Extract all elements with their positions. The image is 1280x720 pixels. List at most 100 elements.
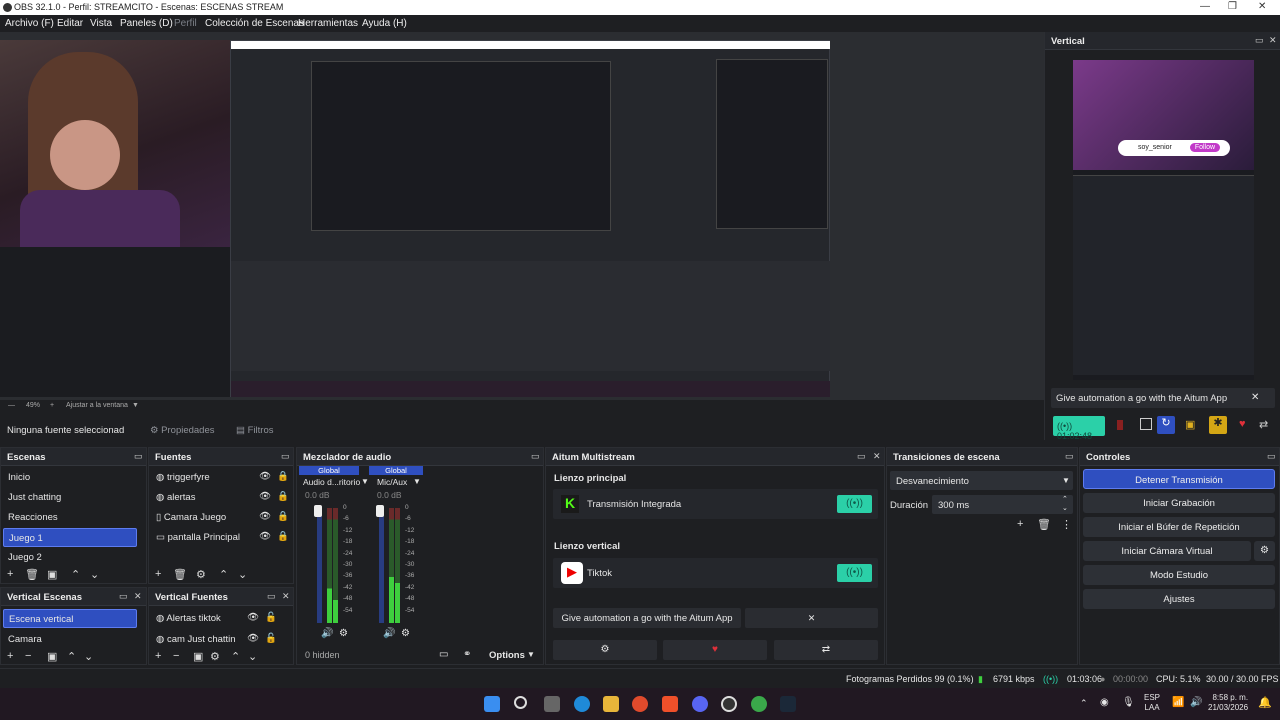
aitum-share-icon[interactable]: ⇄: [774, 640, 878, 660]
main-stream-toggle[interactable]: ((•)): [837, 495, 872, 513]
chrome-icon[interactable]: [632, 696, 648, 712]
filter-icon[interactable]: ▣: [47, 568, 57, 581]
remove-icon[interactable]: −: [173, 650, 179, 662]
edge-icon[interactable]: [574, 696, 590, 712]
hidden-count[interactable]: 0 hidden: [305, 650, 340, 660]
zoom-fit[interactable]: Ajustar a la ventana: [66, 402, 128, 409]
brave-icon[interactable]: [662, 696, 678, 712]
lock-icon[interactable]: 🔒: [277, 531, 289, 542]
lock-icon[interactable]: 🔒: [277, 471, 289, 482]
undock-icon[interactable]: ▭: [281, 451, 290, 462]
minimize-icon[interactable]: —: [1200, 1, 1210, 12]
trash-icon[interactable]: 🗑: [25, 568, 39, 581]
zoom-minus-icon[interactable]: —: [8, 402, 15, 409]
studio-mode-button[interactable]: Modo Estudio: [1083, 565, 1275, 585]
menu-coleccion[interactable]: Colección de Escenas: [205, 18, 304, 29]
filters-button[interactable]: ▤ Filtros: [236, 425, 274, 436]
properties-button[interactable]: ⚙ Propiedades: [150, 425, 215, 436]
undock-icon[interactable]: ▭: [134, 451, 143, 462]
more-icon[interactable]: ⋮: [1061, 518, 1072, 531]
undock-icon[interactable]: ▭: [857, 451, 866, 462]
virtualcam-icon[interactable]: ▣: [1185, 418, 1195, 431]
remove-icon[interactable]: −: [25, 650, 31, 662]
duration-input[interactable]: 300 ms ⌃ ⌄: [932, 495, 1073, 514]
source-item[interactable]: ▯ Camara Juego 👁 🔒: [151, 508, 291, 527]
vertical-stream-toggle[interactable]: ((•)): [837, 564, 872, 582]
zoom-plus-icon[interactable]: +: [50, 402, 54, 409]
maximize-icon[interactable]: ❐: [1228, 1, 1237, 12]
dropdown-icon[interactable]: ▼: [1062, 476, 1070, 485]
dropdown-icon[interactable]: ▼: [413, 477, 421, 486]
heart-icon[interactable]: ♥: [1239, 418, 1246, 430]
wifi-icon[interactable]: 📶: [1172, 697, 1184, 708]
aitum-banner[interactable]: Give automation a go with the Aitum App: [553, 608, 741, 628]
stepper-up-icon[interactable]: ⌃: [1062, 495, 1068, 503]
menu-paneles[interactable]: Paneles (D): [120, 18, 173, 29]
undock-icon[interactable]: ▭: [531, 451, 540, 462]
menu-herramientas[interactable]: Herramientas: [298, 18, 358, 29]
obs-icon[interactable]: [721, 696, 737, 712]
scene-item-selected[interactable]: Juego 1: [3, 528, 137, 547]
filter-icon[interactable]: ▣: [193, 650, 203, 663]
transition-select[interactable]: Desvanecimiento ▼: [890, 471, 1073, 490]
menu-vista[interactable]: Vista: [90, 18, 112, 29]
eye-icon[interactable]: 👁: [259, 511, 271, 522]
share-icon[interactable]: ⇄: [1259, 418, 1268, 431]
lock-icon[interactable]: 🔓: [265, 612, 277, 623]
channel-name[interactable]: Mic/Aux: [377, 477, 407, 487]
undock-icon[interactable]: ▭: [1255, 35, 1264, 46]
add-icon[interactable]: +: [155, 568, 161, 580]
move-down-icon[interactable]: ⌄: [84, 650, 93, 663]
dropdown-icon[interactable]: ▼: [361, 477, 369, 486]
move-down-icon[interactable]: ⌄: [238, 568, 247, 581]
move-down-icon[interactable]: ⌄: [248, 650, 257, 663]
close-icon[interactable]: ✕: [873, 451, 881, 462]
menu-ayuda[interactable]: Ayuda (H): [362, 18, 407, 29]
language-indicator[interactable]: ESP LAA: [1144, 693, 1160, 713]
add-icon[interactable]: +: [7, 568, 13, 580]
move-up-icon[interactable]: ⌃: [231, 650, 240, 663]
close-icon[interactable]: ✕: [282, 591, 290, 602]
settings-gear-icon[interactable]: ✱: [1209, 416, 1227, 434]
lock-icon[interactable]: 🔒: [277, 511, 289, 522]
stepper-down-icon[interactable]: ⌄: [1062, 504, 1068, 512]
eye-icon[interactable]: 👁: [247, 612, 259, 623]
aitum-settings-icon[interactable]: ⚙: [553, 640, 657, 660]
clock[interactable]: 8:58 p. m. 21/03/2026: [1208, 693, 1248, 713]
virtual-camera-settings-icon[interactable]: ⚙: [1254, 541, 1275, 561]
eye-icon[interactable]: 👁: [259, 531, 271, 542]
layout-icon[interactable]: ▭: [439, 649, 448, 660]
lock-icon[interactable]: 🔓: [265, 633, 277, 644]
options-button[interactable]: Options: [489, 650, 525, 661]
stop-streaming-button[interactable]: Detener Transmisión: [1083, 469, 1275, 489]
gear-icon[interactable]: ⚙: [196, 568, 206, 581]
record-icon[interactable]: [1117, 420, 1123, 430]
chrome-profile-icon[interactable]: [751, 696, 767, 712]
undock-icon[interactable]: ▭: [1267, 451, 1276, 462]
audio-settings-icon[interactable]: ⚙: [401, 628, 410, 639]
search-icon[interactable]: [514, 696, 527, 709]
menu-perfil[interactable]: Perfil: [174, 18, 197, 29]
zoom-dropdown-icon[interactable]: ▼: [132, 402, 139, 409]
add-icon[interactable]: +: [1017, 518, 1023, 530]
eye-icon[interactable]: 👁: [247, 633, 259, 644]
filter-icon[interactable]: ▣: [47, 650, 57, 663]
move-up-icon[interactable]: ⌃: [71, 568, 80, 581]
undock-icon[interactable]: ▭: [267, 591, 276, 602]
vertical-scene-item[interactable]: Camara: [3, 630, 137, 649]
scene-item[interactable]: Reacciones: [3, 508, 137, 527]
preview-canvas[interactable]: [0, 40, 830, 397]
source-item[interactable]: ◍ triggerfyre 👁 🔒: [151, 468, 291, 487]
vertical-preview[interactable]: soy_senior Follow: [1073, 60, 1254, 380]
stop-icon[interactable]: [1140, 418, 1152, 430]
move-down-icon[interactable]: ⌄: [90, 568, 99, 581]
scene-item[interactable]: Inicio: [3, 468, 137, 487]
notification-icon[interactable]: 🔔: [1258, 696, 1272, 709]
volume-icon[interactable]: 🔊: [1190, 697, 1202, 708]
close-icon[interactable]: ✕: [1269, 35, 1277, 46]
vertical-stream-timer[interactable]: ((•)) 01:02:48: [1053, 416, 1105, 441]
trash-icon[interactable]: 🗑: [173, 568, 187, 581]
speaker-icon[interactable]: 🔊: [321, 628, 333, 639]
menu-editar[interactable]: Editar: [57, 18, 83, 29]
discord-icon[interactable]: [692, 696, 708, 712]
